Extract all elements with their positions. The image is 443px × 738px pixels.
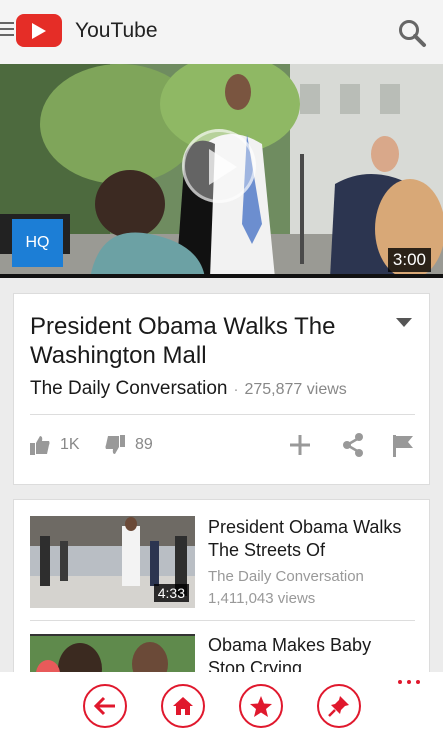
dislike-button[interactable]: 89 (105, 430, 153, 460)
channel-row: The Daily Conversation · 275,877 views (30, 378, 347, 400)
divider (30, 620, 415, 621)
dropdown-icon[interactable] (396, 318, 412, 328)
app-title: YouTube (75, 19, 158, 42)
duration-badge: 3:00 (387, 248, 431, 272)
home-button[interactable] (161, 684, 205, 728)
view-count: 275,877 views (244, 381, 347, 398)
home-icon (173, 697, 193, 715)
flag-icon[interactable] (391, 430, 415, 460)
search-icon[interactable] (397, 18, 427, 48)
related-channel: The Daily Conversation (208, 568, 364, 585)
action-row: 1K 89 (30, 430, 415, 460)
favorites-button[interactable] (239, 684, 283, 728)
video-thumbnail[interactable]: 4:33 (30, 516, 195, 608)
play-button[interactable] (182, 129, 256, 203)
video-player[interactable]: HQ 3:00 (0, 64, 443, 278)
bottom-app-bar (0, 672, 443, 738)
back-icon (93, 696, 115, 716)
thumbs-down-icon (105, 435, 125, 454)
channel-name[interactable]: The Daily Conversation (30, 378, 227, 399)
pin-button[interactable] (317, 684, 361, 728)
more-icon[interactable] (397, 678, 423, 686)
star-icon (250, 695, 272, 717)
youtube-logo-icon (16, 14, 62, 47)
video-title: President Obama Walks The Washington Mal… (30, 313, 336, 369)
play-icon (209, 149, 237, 185)
pin-icon (328, 696, 349, 717)
divider (30, 414, 415, 415)
hq-badge[interactable]: HQ (12, 219, 63, 267)
related-video-item[interactable]: 4:33 President Obama Walks The Streets O… (30, 516, 415, 631)
like-count: 1K (60, 436, 80, 453)
related-videos-card: 4:33 President Obama Walks The Streets O… (13, 499, 430, 679)
video-info-card: President Obama Walks The Washington Mal… (13, 293, 430, 485)
add-icon[interactable] (288, 430, 312, 460)
thumbnail-duration: 4:33 (153, 584, 189, 602)
menu-icon[interactable] (0, 22, 14, 38)
like-button[interactable]: 1K (30, 430, 80, 460)
top-app-bar: YouTube (0, 0, 443, 64)
related-title[interactable]: President Obama Walks The Streets Of (208, 516, 408, 562)
back-button[interactable] (83, 684, 127, 728)
share-icon[interactable] (342, 430, 364, 460)
player-bottom-edge (0, 274, 443, 278)
dislike-count: 89 (135, 436, 153, 453)
separator: · (233, 381, 239, 398)
related-views: 1,411,043 views (208, 590, 316, 607)
thumbs-up-icon (30, 436, 50, 455)
